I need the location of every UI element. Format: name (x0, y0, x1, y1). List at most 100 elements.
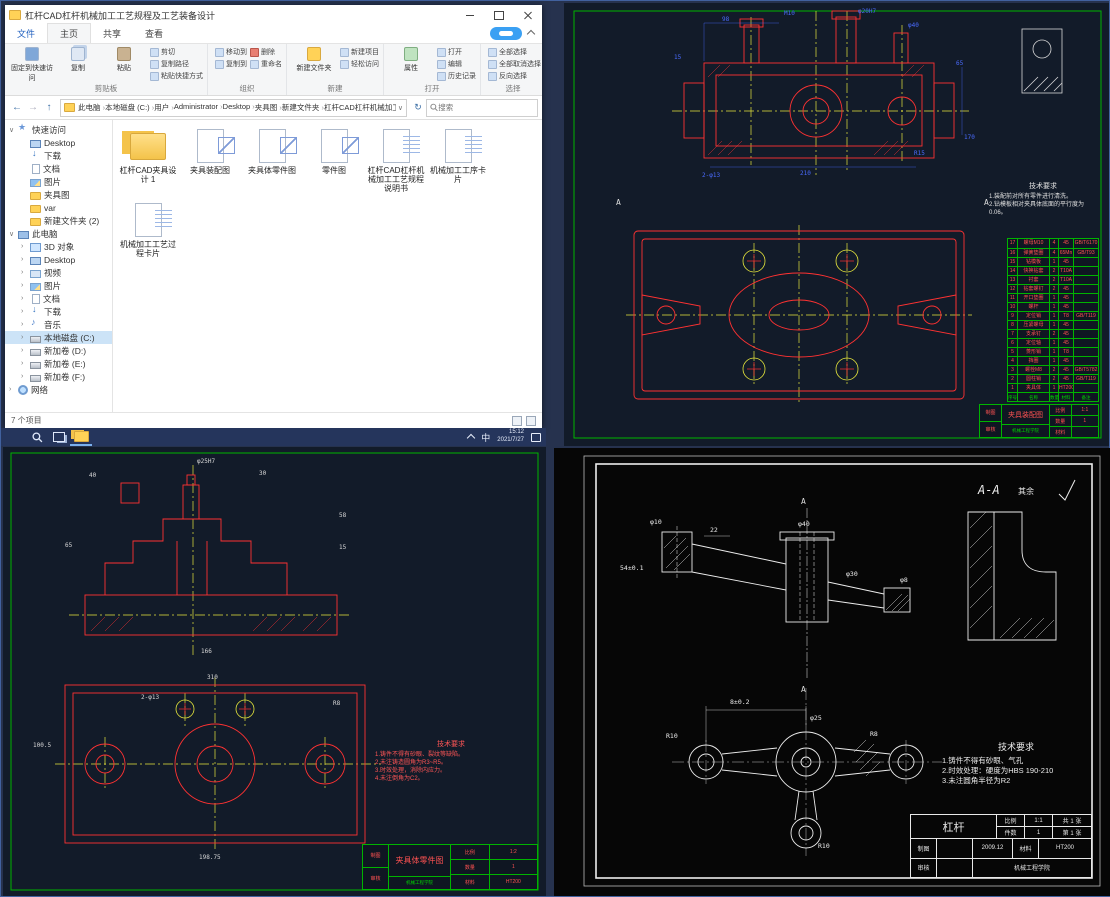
tree-item[interactable]: › 下载 (5, 304, 112, 318)
file-item[interactable]: 夹具体零件图 (243, 128, 301, 194)
close-button[interactable] (513, 5, 542, 25)
expander-icon[interactable]: › (21, 373, 30, 380)
expander-icon[interactable]: › (21, 321, 30, 328)
expander-icon[interactable]: ∨ (9, 126, 18, 134)
breadcrumb-segment[interactable]: 此电脑 (78, 102, 105, 113)
tree-item[interactable]: › 新加卷 (E:) (5, 357, 112, 370)
input-language-indicator[interactable]: 中 (481, 431, 490, 444)
tree-item[interactable]: 夹具图 (5, 188, 112, 201)
select-none-button[interactable]: 全部取消选择 (488, 58, 541, 70)
taskbar-explorer-icon[interactable] (70, 428, 92, 446)
tree-item[interactable]: › 3D 对象 (5, 240, 112, 253)
forward-button[interactable]: → (25, 102, 41, 113)
collapse-ribbon-icon[interactable] (526, 29, 536, 39)
maximize-button[interactable] (484, 5, 513, 25)
tab-home[interactable]: 主页 (47, 23, 92, 43)
rename-button[interactable]: 重命名 (250, 58, 282, 70)
list-view-icon[interactable] (512, 415, 522, 426)
breadcrumb-segment[interactable]: Administrator (174, 102, 223, 113)
group-label-select: 选择 (505, 84, 521, 93)
tree-item[interactable]: › 网络 (5, 383, 112, 396)
tree-item[interactable]: 新建文件夹 (2) (5, 214, 112, 227)
expander-icon[interactable]: › (21, 347, 30, 354)
tree-item[interactable]: › 文档 (5, 292, 112, 305)
tree-item[interactable]: › 音乐 (5, 317, 112, 331)
tree-item[interactable]: › 图片 (5, 279, 112, 292)
copy-button[interactable]: 复制 (55, 46, 101, 73)
tray-expand-icon[interactable] (467, 433, 476, 443)
expander-icon[interactable]: › (21, 360, 30, 367)
invert-selection-button[interactable]: 反向选择 (488, 70, 541, 82)
breadcrumb-dropdown-icon[interactable]: ∨ (398, 104, 403, 112)
breadcrumb-segment[interactable]: 夹具图 (255, 102, 282, 113)
notification-center-icon[interactable] (531, 432, 541, 442)
cloud-badge-icon[interactable] (490, 27, 522, 40)
task-view-icon[interactable] (48, 428, 70, 446)
paste-button[interactable]: 粘贴 (101, 46, 147, 73)
start-button[interactable] (5, 428, 26, 446)
file-item[interactable]: 夹具装配图 (181, 128, 239, 194)
back-button[interactable]: ← (9, 102, 25, 113)
breadcrumb-segment[interactable]: 杠杆CAD杠杆机械加工工艺规程及工艺装备设计 (324, 102, 396, 113)
tree-item[interactable]: ∨ 快速访问 (5, 122, 112, 136)
edit-button[interactable]: 编辑 (437, 58, 476, 70)
expander-icon[interactable]: › (9, 386, 18, 393)
minimize-button[interactable] (455, 5, 484, 25)
tab-file[interactable]: 文件 (5, 24, 47, 43)
expander-icon[interactable]: › (21, 295, 30, 302)
tree-item[interactable]: › 新加卷 (F:) (5, 370, 112, 383)
search-input[interactable] (438, 103, 534, 112)
file-item[interactable]: 零件图 (305, 128, 363, 194)
breadcrumb-segment[interactable]: 用户 (154, 102, 174, 113)
file-item[interactable]: 杠杆CAD夹具设计 1 (119, 128, 177, 194)
tree-item[interactable]: 图片 (5, 175, 112, 188)
tree-item[interactable]: ∨ 此电脑 (5, 227, 112, 240)
expander-icon[interactable]: › (21, 243, 30, 250)
taskbar-search-icon[interactable] (26, 428, 48, 446)
paste-shortcut-button[interactable]: 粘贴快捷方式 (150, 70, 203, 82)
delete-button[interactable]: 删除 (250, 46, 282, 58)
breadcrumb[interactable]: 此电脑本地磁盘 (C:)用户AdministratorDesktop夹具图新建文… (60, 98, 407, 117)
expander-icon[interactable]: › (21, 256, 30, 263)
history-button[interactable]: 历史记录 (437, 70, 476, 82)
easy-access-button[interactable]: 轻松访问 (340, 58, 379, 70)
select-all-button[interactable]: 全部选择 (488, 46, 541, 58)
tree-item[interactable]: › Desktop (5, 253, 112, 266)
tree-item[interactable]: 文档 (5, 162, 112, 175)
file-item[interactable]: 机械加工工序卡片 (429, 128, 487, 194)
tree-item[interactable]: › 视频 (5, 266, 112, 279)
file-item[interactable]: 杠杆CAD杠杆机械加工工艺规程说明书 (367, 128, 425, 194)
breadcrumb-segment[interactable]: Desktop (223, 102, 255, 113)
properties-button[interactable]: 属性 (388, 46, 434, 73)
open-button[interactable]: 打开 (437, 46, 476, 58)
expander-icon[interactable]: › (21, 334, 30, 341)
breadcrumb-segment[interactable]: 本地磁盘 (C:) (105, 102, 154, 113)
thumbnail-view-icon[interactable] (526, 415, 536, 426)
tab-share[interactable]: 共享 (91, 24, 133, 43)
new-folder-button[interactable]: 新建文件夹 (291, 46, 337, 73)
tree-item[interactable]: › 新加卷 (D:) (5, 344, 112, 357)
tab-view[interactable]: 查看 (133, 24, 175, 43)
copy-to-button[interactable]: 复制到 (215, 58, 247, 70)
new-item-button[interactable]: 新建项目 (340, 46, 379, 58)
tree-item[interactable]: 下载 (5, 148, 112, 162)
tree-item[interactable]: var (5, 201, 112, 214)
up-button[interactable]: ↑ (41, 102, 57, 113)
expander-icon[interactable]: ∨ (9, 230, 18, 238)
breadcrumb-segment[interactable]: 新建文件夹 (282, 102, 324, 113)
move-to-button[interactable]: 移动到 (215, 46, 247, 58)
tree-item[interactable]: Desktop (5, 136, 112, 149)
taskbar-clock[interactable]: 15:12 2021/7/27 (497, 429, 524, 445)
expander-icon[interactable]: › (21, 282, 30, 289)
refresh-icon[interactable]: ↻ (410, 102, 426, 113)
tree-item[interactable]: › 本地磁盘 (C:) (5, 331, 112, 344)
search-box[interactable] (426, 98, 538, 117)
pin-to-quick-access-button[interactable]: 固定到快速访问 (9, 46, 55, 83)
expander-icon[interactable]: › (21, 269, 30, 276)
expander-icon[interactable]: › (21, 308, 30, 315)
tree-item-label: 3D 对象 (44, 241, 75, 252)
copy-path-button[interactable]: 复制路径 (150, 58, 203, 70)
title-bar[interactable]: 杠杆CAD杠杆机械加工工艺规程及工艺装备设计 (5, 5, 542, 25)
cut-button[interactable]: 剪切 (150, 46, 203, 58)
file-item[interactable]: 机械加工工艺过程卡片 (119, 202, 177, 258)
